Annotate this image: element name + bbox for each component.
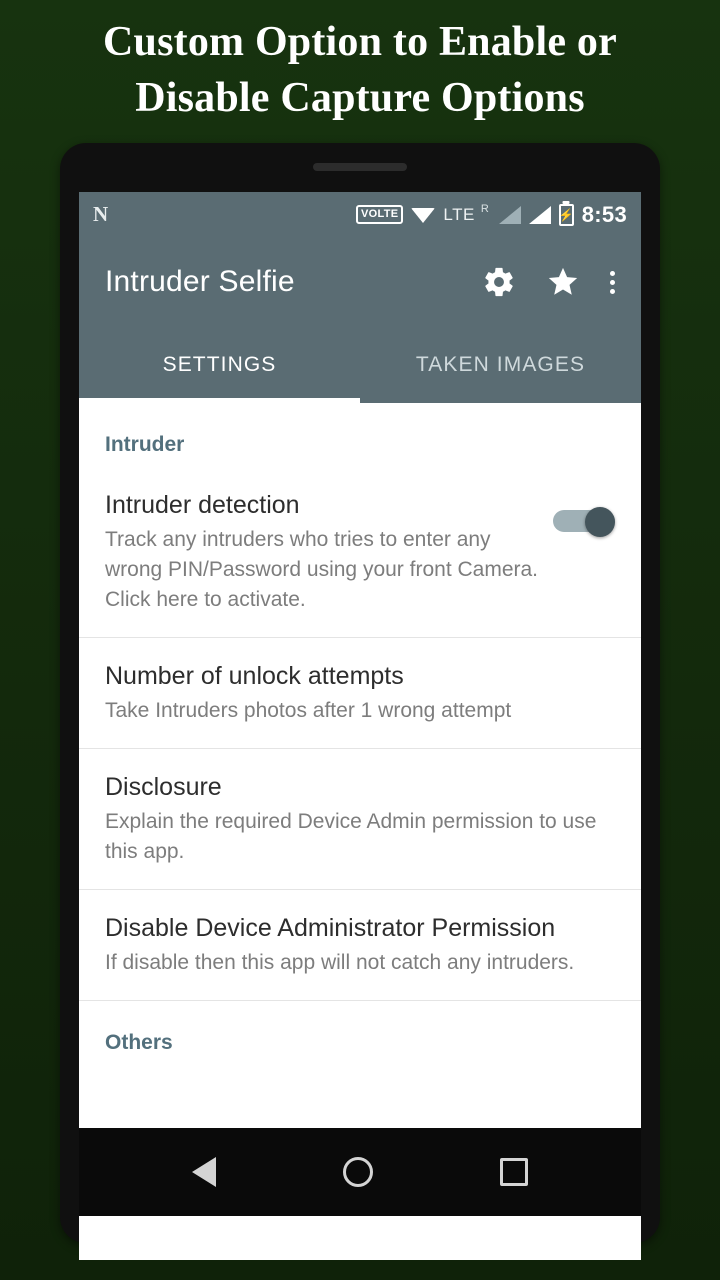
intruder-detection-switch[interactable]: [553, 507, 615, 537]
app-bar: Intruder Selfie: [79, 237, 641, 327]
pref-text: Disclosure Explain the required Device A…: [105, 771, 615, 867]
wifi-icon: [411, 206, 436, 224]
pref-unlock-attempts[interactable]: Number of unlock attempts Take Intruders…: [79, 638, 641, 749]
battery-charging-icon: ⚡: [558, 203, 574, 226]
earpiece-speaker: [313, 163, 407, 171]
pref-subtitle: Track any intruders who tries to enter a…: [105, 528, 539, 611]
settings-list: Intruder Intruder detection Track any in…: [79, 403, 641, 1128]
status-bar: N VOLTE LTE R ⚡ 8:53: [79, 192, 641, 237]
pref-disable-device-admin[interactable]: Disable Device Administrator Permission …: [79, 890, 641, 1001]
status-bar-left: N: [93, 204, 108, 225]
phone-screen: N VOLTE LTE R ⚡ 8:53 Intruder Selfie SET…: [79, 192, 641, 1260]
pref-text: Intruder detection Track any intruders w…: [105, 489, 553, 615]
navigation-bar: [79, 1128, 641, 1216]
status-bar-right: VOLTE LTE R ⚡ 8:53: [356, 202, 627, 228]
phone-device-frame: N VOLTE LTE R ⚡ 8:53 Intruder Selfie SET…: [60, 143, 660, 1260]
lte-label: LTE: [443, 204, 475, 224]
tab-settings[interactable]: SETTINGS: [79, 327, 360, 403]
promo-page: Custom Option to Enable or Disable Captu…: [0, 0, 720, 1280]
switch-thumb: [585, 507, 615, 537]
pref-disclosure[interactable]: Disclosure Explain the required Device A…: [79, 749, 641, 890]
pref-title: Number of unlock attempts: [105, 662, 404, 690]
pref-subtitle: Explain the required Device Admin permis…: [105, 810, 597, 863]
volte-badge: VOLTE: [356, 205, 404, 224]
pref-title: Disclosure: [105, 773, 222, 801]
pref-title: Disable Device Administrator Permission: [105, 914, 556, 942]
status-bar-clock: 8:53: [581, 201, 627, 227]
pref-intruder-detection[interactable]: Intruder detection Track any intruders w…: [79, 467, 641, 638]
recents-button-icon[interactable]: [499, 1158, 528, 1186]
pref-subtitle: Take Intruders photos after 1 wrong atte…: [105, 699, 512, 722]
headline-line-1: Custom Option to Enable or: [103, 19, 617, 65]
headline-line-2: Disable Capture Options: [135, 75, 585, 121]
tab-bar: SETTINGS TAKEN IMAGES: [79, 327, 641, 403]
tab-settings-label: SETTINGS: [162, 353, 277, 376]
home-button-icon[interactable]: [342, 1157, 373, 1187]
pref-title: Intruder detection: [105, 491, 300, 519]
section-header-others: Others: [105, 1031, 173, 1054]
back-button-icon[interactable]: [192, 1157, 217, 1187]
signal-bars-icon-2: [528, 205, 551, 224]
nougat-n-icon: N: [93, 202, 109, 226]
promo-headline: Custom Option to Enable or Disable Captu…: [0, 14, 720, 126]
pref-text: Number of unlock attempts Take Intruders…: [105, 660, 615, 726]
section-header-intruder: Intruder: [105, 433, 185, 456]
roaming-indicator: R: [480, 202, 489, 215]
tab-taken-images[interactable]: TAKEN IMAGES: [360, 327, 641, 403]
kebab-menu-icon[interactable]: [610, 270, 615, 294]
star-icon[interactable]: [546, 265, 580, 299]
pref-subtitle: If disable then this app will not catch …: [105, 951, 575, 974]
pref-text: Disable Device Administrator Permission …: [105, 912, 615, 978]
gear-icon[interactable]: [482, 265, 516, 299]
app-bar-actions: [482, 265, 615, 299]
signal-bars-icon: [498, 205, 521, 224]
tab-taken-images-label: TAKEN IMAGES: [415, 353, 586, 376]
app-title: Intruder Selfie: [105, 265, 295, 298]
